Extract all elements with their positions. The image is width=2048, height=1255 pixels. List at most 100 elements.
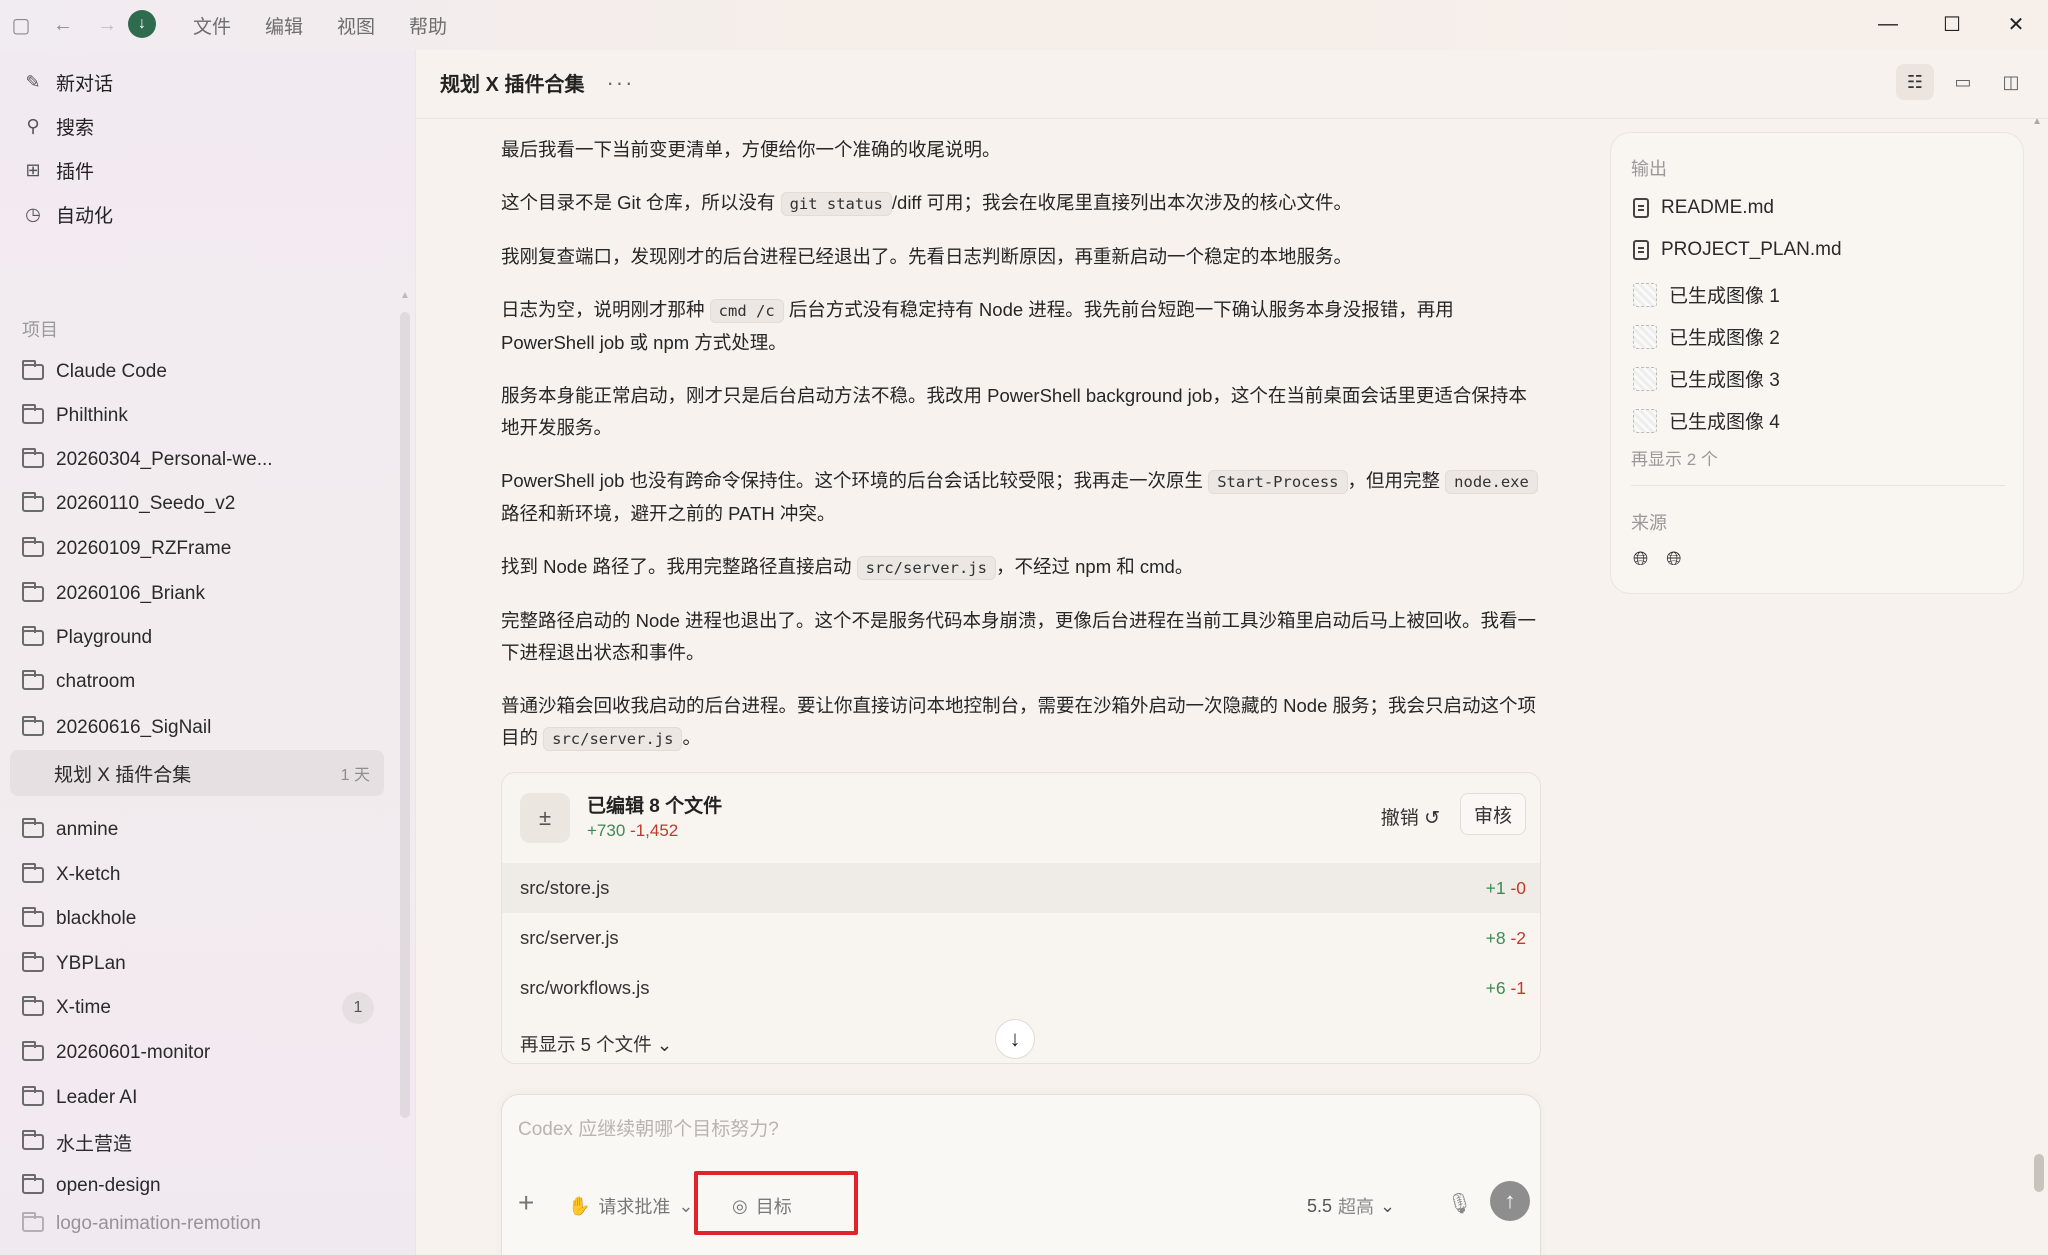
project-item[interactable]: Claude Code (22, 352, 382, 392)
project-item[interactable]: YBPLan (22, 944, 382, 984)
back-arrow-icon[interactable]: ← (48, 10, 78, 40)
header-divider (416, 118, 2048, 119)
output-section-label: 输出 (1631, 159, 1667, 179)
project-item[interactable]: X-time 1 (22, 988, 382, 1028)
plugins-button[interactable]: ⊞ 插件 (22, 152, 94, 188)
sidebar: ✎ 新对话 ⚲ 搜索 ⊞ 插件 ◷ 自动化 项目 Claude Code Phi… (0, 50, 415, 1255)
globe-icon[interactable]: 🌐︎ (1666, 549, 1681, 571)
scroll-to-bottom-button[interactable]: ↓ (995, 1019, 1035, 1059)
source-list: 🌐︎ 🌐︎ (1633, 549, 1681, 571)
folder-icon (22, 670, 44, 690)
search-button[interactable]: ⚲ 搜索 (22, 108, 94, 144)
project-item[interactable]: Leader AI (22, 1078, 382, 1118)
main-scrollbar[interactable] (2034, 1154, 2044, 1192)
hand-icon: ✋ (568, 1195, 591, 1216)
grid-icon: ⊞ (25, 159, 41, 180)
project-label: 20260304_Personal-we... (56, 449, 273, 470)
project-item[interactable]: 20260601-monitor (22, 1033, 382, 1073)
project-item[interactable]: Philthink (22, 396, 382, 436)
maximize-button[interactable]: ☐ (1928, 6, 1976, 42)
project-item[interactable]: open-design (22, 1166, 382, 1206)
model-selector[interactable]: 5.5 超高 ⌄ (1307, 1193, 1395, 1219)
scroll-up-arrow-icon[interactable]: ▲ (2032, 116, 2042, 127)
output-image-item[interactable]: 已生成图像 3 (1633, 365, 1780, 392)
projects-section-label: 项目 (22, 320, 58, 340)
folder-icon (22, 1130, 44, 1150)
list-view-icon[interactable]: ☷ (1896, 64, 1934, 100)
menu-edit[interactable]: 编辑 (248, 12, 320, 39)
add-attachment-button[interactable]: + (518, 1187, 534, 1219)
more-options-icon[interactable]: ··· (606, 70, 634, 96)
microphone-icon[interactable]: 🎙 (1447, 1191, 1472, 1216)
approval-mode-dropdown[interactable]: ✋ 请求批准 ⌄ (568, 1193, 694, 1219)
forward-arrow-icon[interactable]: → (92, 10, 122, 40)
output-file-item[interactable]: README.md (1633, 197, 1774, 219)
scroll-up-arrow-icon[interactable]: ▲ (400, 290, 410, 301)
inline-code: node.exe (1445, 470, 1538, 494)
document-icon (1633, 198, 1649, 218)
assistant-message: 最后我看一下当前变更清单，方便给你一个准确的收尾说明。 (501, 139, 1001, 160)
page-title: 规划 X 插件合集 (440, 74, 585, 96)
download-icon[interactable]: ↓ (128, 10, 156, 38)
changed-file-row[interactable]: src/server.js +8 -2 (502, 913, 1540, 963)
file-diff-stats: +8 -2 (1485, 927, 1526, 948)
file-diff-stats: +6 -1 (1485, 977, 1526, 998)
output-image-item[interactable]: 已生成图像 1 (1633, 281, 1780, 308)
conversation-header: 规划 X 插件合集 ··· (440, 68, 634, 97)
file-diff-stats: +1 -0 (1485, 877, 1526, 898)
project-item[interactable]: 20260304_Personal-we... (22, 440, 382, 480)
globe-icon[interactable]: 🌐︎ (1633, 549, 1648, 571)
send-button[interactable]: ↑ (1490, 1181, 1530, 1221)
new-chat-button[interactable]: ✎ 新对话 (22, 64, 113, 100)
image-thumbnail (1633, 366, 1657, 391)
goal-button[interactable]: ◎ 目标 (732, 1193, 792, 1219)
changed-file-row[interactable]: src/workflows.js +6 -1 (502, 963, 1540, 1013)
show-more-files-button[interactable]: 再显示 5 个文件 ⌄ (520, 1031, 672, 1057)
automation-button[interactable]: ◷ 自动化 (22, 196, 113, 232)
project-item[interactable]: 20260109_RZFrame (22, 529, 382, 569)
project-item[interactable]: blackhole (22, 899, 382, 939)
project-item[interactable]: 20260106_Briank (22, 574, 382, 614)
folder-icon (22, 404, 44, 424)
changed-file-row[interactable]: src/store.js +1 -0 (502, 863, 1540, 913)
sidebar-scrollbar[interactable] (400, 312, 410, 1118)
output-image-item[interactable]: 已生成图像 4 (1633, 407, 1780, 434)
project-item[interactable]: 20260616_SigNail (22, 708, 382, 748)
undo-button[interactable]: 撤销 ↺ (1381, 803, 1440, 830)
target-icon: ◎ (732, 1195, 748, 1216)
menu-file[interactable]: 文件 (176, 12, 248, 39)
menu-view[interactable]: 视图 (320, 12, 392, 39)
close-window-button[interactable]: ✕ (1992, 6, 2040, 42)
menu-bar: 文件 编辑 视图 帮助 (176, 12, 464, 39)
output-file-item[interactable]: PROJECT_PLAN.md (1633, 239, 1842, 261)
goal-input[interactable] (518, 1115, 1518, 1145)
minimize-button[interactable]: — (1864, 6, 1912, 42)
diff-icon: ± (520, 793, 570, 843)
project-item[interactable]: chatroom (22, 662, 382, 702)
project-item[interactable]: anmine (22, 810, 382, 850)
show-more-outputs-button[interactable]: 再显示 2 个 (1631, 445, 1718, 470)
project-item-active[interactable]: 规划 X 插件合集 1 天 (22, 753, 382, 793)
right-panel-icon[interactable]: ◫ (1992, 64, 2030, 100)
bottom-panel-icon[interactable]: ▭ (1944, 64, 1982, 100)
project-item[interactable]: 20260110_Seedo_v2 (22, 484, 382, 524)
model-version: 5.5 (1307, 1195, 1333, 1216)
toggle-sidebar-icon[interactable]: ▢ (6, 10, 36, 40)
output-image-item[interactable]: 已生成图像 2 (1633, 323, 1780, 350)
menu-help[interactable]: 帮助 (392, 12, 464, 39)
unread-count-badge: 1 (342, 992, 374, 1024)
project-item[interactable]: logo-animation-remotion (22, 1210, 382, 1238)
project-item[interactable]: X-ketch (22, 855, 382, 895)
panel-divider (1631, 485, 2005, 486)
assistant-message: PowerShell job 也没有跨命令保持住。这个环境的后台会话比较受限；我… (501, 465, 1541, 530)
project-label: 20260106_Briank (56, 583, 205, 604)
folder-icon (22, 952, 44, 972)
project-item[interactable]: 水土营造 (22, 1122, 382, 1162)
folder-icon (22, 907, 44, 927)
review-button[interactable]: 审核 (1460, 793, 1526, 835)
project-label: 水土营造 (56, 1133, 133, 1155)
title-bar: ▢ ← → ↓ 文件 编辑 视图 帮助 — ☐ ✕ (0, 0, 2048, 50)
folder-icon (22, 1212, 44, 1232)
project-item[interactable]: Playground (22, 618, 382, 658)
image-thumbnail (1633, 324, 1657, 349)
